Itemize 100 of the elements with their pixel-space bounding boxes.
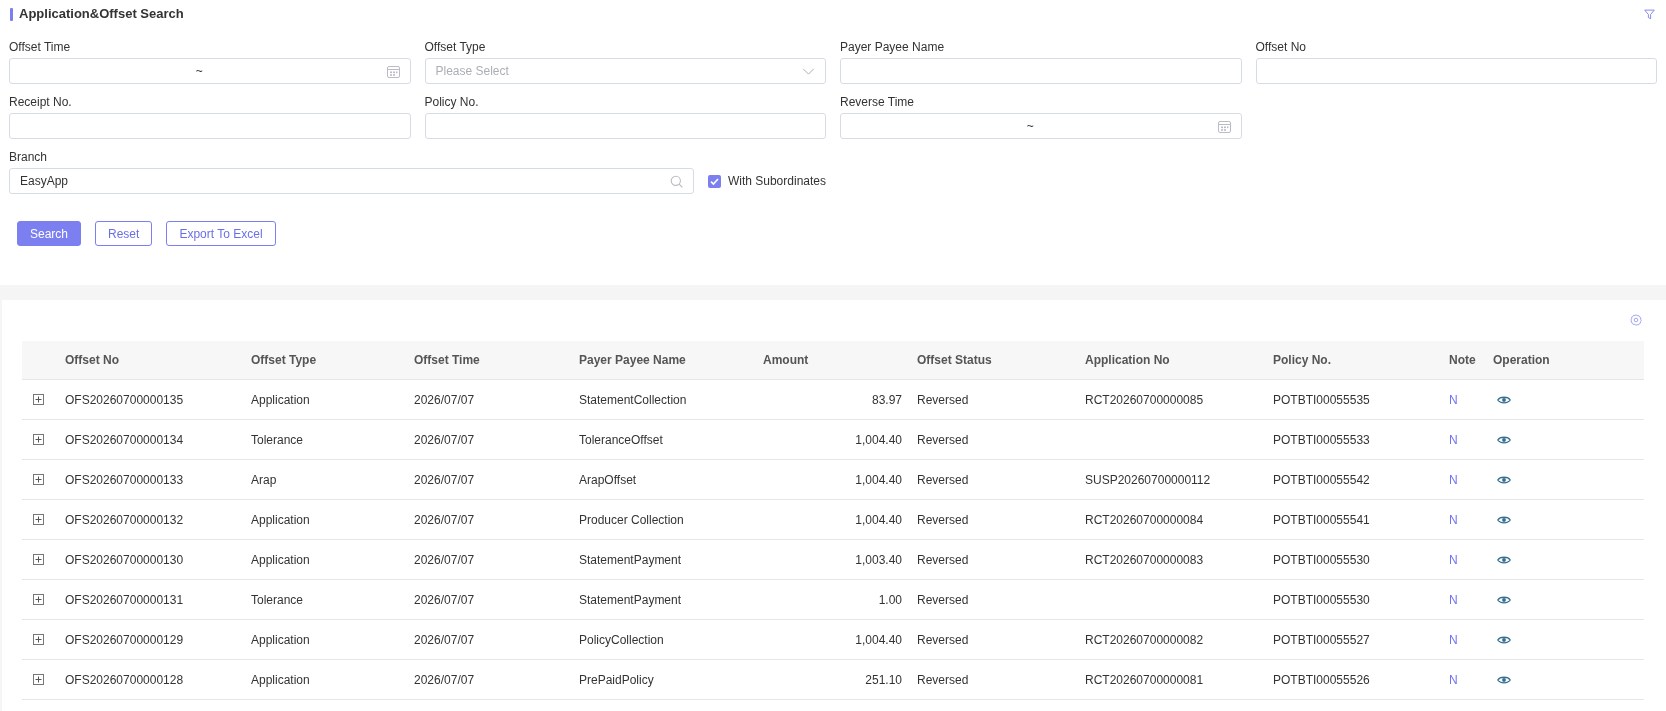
column-header: Offset Status [909, 341, 1077, 380]
table-cell: Application [243, 619, 406, 660]
table-cell: POTBTI00055535 [1265, 379, 1441, 420]
text-field[interactable] [9, 113, 411, 139]
table-cell: 2026/07/07 [406, 579, 571, 620]
eye-icon[interactable] [1497, 434, 1511, 445]
field-label: Policy No. [424, 94, 479, 111]
expand-icon[interactable] [33, 394, 44, 405]
table-cell: Reversed [909, 459, 1077, 500]
field-label: Offset Time [9, 39, 71, 56]
eye-icon[interactable] [1497, 514, 1511, 525]
table-cell: SUSP20260700000112 [1077, 459, 1265, 500]
eye-icon[interactable] [1497, 394, 1511, 405]
table-cell: 2026/07/07 [406, 499, 571, 540]
expand-icon[interactable] [33, 474, 44, 485]
table-cell: POTBTI00055530 [1265, 579, 1441, 620]
table-cell: OFS20260700000128 [57, 659, 243, 700]
table-cell: POTBTI00055527 [1265, 619, 1441, 660]
select-field[interactable]: Please Select [424, 58, 826, 84]
search-icon [669, 174, 683, 188]
table-cell: Application [243, 539, 406, 580]
expand-icon[interactable] [33, 554, 44, 565]
range-separator: ~ [195, 64, 203, 78]
table-cell: OFS20260700000130 [57, 539, 243, 580]
table-cell: 1,004.40 [755, 459, 909, 500]
table-cell: StatementCollection [571, 379, 755, 420]
table-cell: ToleranceOffset [571, 419, 755, 460]
expand-icon[interactable] [33, 674, 44, 685]
table-cell: POTBTI00055526 [1265, 659, 1441, 700]
table-cell: OFS20260700000133 [57, 459, 243, 500]
table-cell: RCT20260700000085 [1077, 379, 1265, 420]
table-cell: 2026/07/07 [406, 659, 571, 700]
table-cell: 2026/07/07 [406, 379, 571, 420]
column-header: Payer Payee Name [571, 341, 755, 380]
search-button[interactable]: Search [17, 221, 82, 246]
table-cell: OFS20260700000134 [57, 419, 243, 460]
note-link[interactable]: N [1449, 432, 1458, 447]
note-link[interactable]: N [1449, 632, 1458, 647]
table-cell: StatementPayment [571, 579, 755, 620]
table-cell: StatementPayment [571, 539, 755, 580]
text-field[interactable] [840, 58, 1242, 84]
table-cell: 251.10 [755, 659, 909, 700]
eye-icon[interactable] [1497, 674, 1511, 685]
table-cell: POTBTI00055530 [1265, 539, 1441, 580]
field-label: Reverse Time [840, 94, 915, 111]
field-label: Offset Type [424, 39, 486, 56]
table-cell: 1.00 [755, 579, 909, 620]
table-cell: Reversed [909, 659, 1077, 700]
table-cell: OFS20260700000135 [57, 379, 243, 420]
filter-icon[interactable] [1644, 8, 1655, 20]
text-field[interactable] [1255, 58, 1657, 84]
checkbox[interactable] [707, 174, 721, 188]
table-cell: ArapOffset [571, 459, 755, 500]
action-button[interactable]: Export To Excel [166, 221, 276, 246]
table-cell: Application [243, 499, 406, 540]
field-label: Offset No [1255, 39, 1306, 56]
table-cell: 2026/07/07 [406, 619, 571, 660]
eye-icon[interactable] [1497, 554, 1511, 565]
note-link[interactable]: N [1449, 392, 1458, 407]
table-cell: PrePaidPolicy [571, 659, 755, 700]
expand-icon[interactable] [33, 514, 44, 525]
table-cell: Reversed [909, 419, 1077, 460]
table-cell: 1,004.40 [755, 419, 909, 460]
eye-icon[interactable] [1497, 634, 1511, 645]
expand-icon[interactable] [33, 594, 44, 605]
checkbox-label[interactable]: With Subordinates [727, 174, 826, 188]
note-link[interactable]: N [1449, 472, 1458, 487]
eye-icon[interactable] [1497, 474, 1511, 485]
date-range-field[interactable]: ~ [840, 113, 1242, 139]
calendar-icon [386, 64, 400, 78]
calendar-icon [1217, 119, 1231, 133]
table-cell: Reversed [909, 619, 1077, 660]
eye-icon[interactable] [1497, 594, 1511, 605]
note-link[interactable]: N [1449, 552, 1458, 567]
table-cell: POTBTI00055541 [1265, 499, 1441, 540]
expand-icon[interactable] [33, 434, 44, 445]
table-cell: Producer Collection [571, 499, 755, 540]
table-cell: RCT20260700000082 [1077, 619, 1265, 660]
table-cell: Tolerance [243, 579, 406, 620]
table-cell: Reversed [909, 539, 1077, 580]
date-range-field[interactable]: ~ [9, 58, 411, 84]
column-header: Offset No [57, 341, 243, 380]
table-cell: PolicyCollection [571, 619, 755, 660]
action-button[interactable]: Reset [95, 221, 153, 246]
table-cell: OFS20260700000129 [57, 619, 243, 660]
table-cell: 2026/07/07 [406, 539, 571, 580]
column-header: Offset Type [243, 341, 406, 380]
column-header: Offset Time [406, 341, 571, 380]
branch-field[interactable]: EasyApp [9, 168, 694, 194]
text-field[interactable] [424, 113, 826, 139]
table-cell: 1,004.40 [755, 619, 909, 660]
note-link[interactable]: N [1449, 672, 1458, 687]
table-cell: 83.97 [755, 379, 909, 420]
note-link[interactable]: N [1449, 512, 1458, 527]
column-header: Operation [1485, 341, 1644, 380]
note-link[interactable]: N [1449, 592, 1458, 607]
table-cell: OFS20260700000131 [57, 579, 243, 620]
expand-icon[interactable] [33, 634, 44, 645]
range-separator: ~ [1026, 119, 1034, 133]
column-header: Amount [755, 341, 909, 380]
